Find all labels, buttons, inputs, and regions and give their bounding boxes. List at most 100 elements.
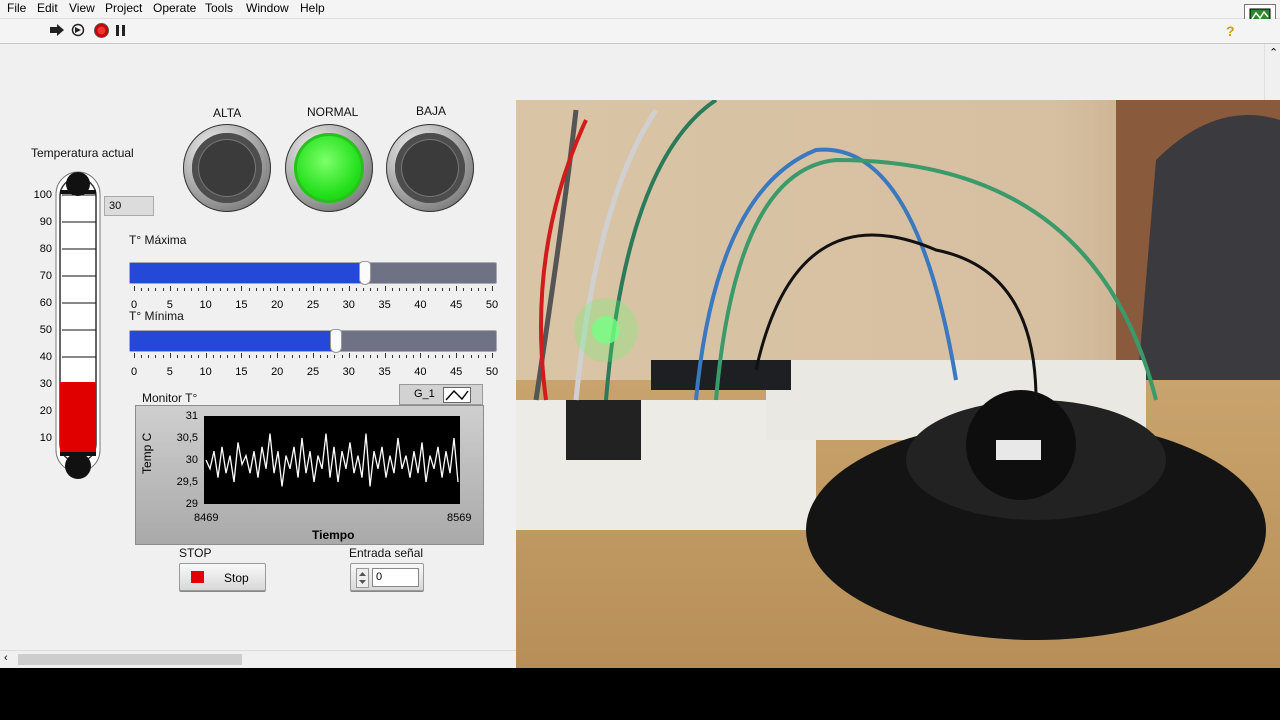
- slider-scale-label: 5: [166, 366, 173, 378]
- plot-legend[interactable]: G_1: [399, 384, 483, 405]
- slider-scale-label: 30: [342, 299, 355, 311]
- menu-file[interactable]: File: [7, 1, 26, 15]
- slider-tick: [219, 288, 221, 291]
- run-arrow-icon[interactable]: [50, 24, 64, 39]
- menu-view[interactable]: View: [69, 1, 95, 15]
- slider-tick: [191, 355, 193, 358]
- thermo-ticks: [58, 180, 100, 463]
- slider-tick: [277, 286, 279, 291]
- slider-tick: [477, 288, 479, 291]
- horizontal-scrollbar[interactable]: ‹: [0, 650, 516, 668]
- slider-tick: [334, 355, 336, 358]
- slider-tick: [198, 288, 200, 291]
- video-letterbox: [0, 668, 1280, 720]
- slider-tick: [327, 288, 329, 291]
- slider-tick: [184, 288, 186, 291]
- y-axis-label: Temp C: [140, 432, 154, 474]
- slider-tick: [484, 288, 486, 291]
- slider-tick: [441, 355, 443, 358]
- thermo-tick-label: 10: [39, 432, 52, 444]
- slider-min[interactable]: [129, 329, 497, 353]
- y-tick-label: 30,5: [176, 432, 198, 444]
- slider-tick: [441, 288, 443, 291]
- thermo-tick-label: 50: [39, 324, 52, 336]
- thermo-tick-label: 40: [39, 351, 52, 363]
- toolbar: ?: [0, 19, 1280, 44]
- slider-tick: [191, 288, 193, 291]
- hscroll-thumb[interactable]: [18, 654, 242, 665]
- slider-tick: [205, 286, 207, 291]
- slider-tick: [277, 353, 279, 358]
- slider-tick: [320, 288, 322, 291]
- slider-tick: [449, 288, 451, 291]
- slider-tick: [205, 353, 207, 358]
- slider-tick: [284, 288, 286, 291]
- led-alta-label: ALTA: [213, 106, 242, 120]
- signal-input[interactable]: 0: [372, 568, 419, 587]
- scroll-up-icon[interactable]: ⌃: [1269, 46, 1278, 59]
- slider-tick: [234, 288, 236, 291]
- slider-tick: [413, 288, 415, 291]
- slider-tick: [420, 286, 422, 291]
- stop-button[interactable]: Stop: [179, 563, 266, 591]
- pause-icon[interactable]: [116, 25, 126, 39]
- abort-icon[interactable]: [94, 23, 109, 41]
- stepper[interactable]: [356, 568, 369, 588]
- slider-max-fill: [130, 263, 365, 283]
- led-baja-label: BAJA: [416, 104, 447, 118]
- slider-tick: [320, 355, 322, 358]
- menu-tools[interactable]: Tools: [205, 1, 233, 15]
- menu-edit[interactable]: Edit: [37, 1, 58, 15]
- slider-tick: [134, 286, 135, 291]
- led-baja: [386, 124, 474, 212]
- slider-scale-label: 25: [306, 299, 320, 311]
- thermo-tick-label: 30: [39, 378, 52, 390]
- slider-tick: [355, 355, 357, 358]
- thermo-tick-label: 90: [39, 216, 52, 228]
- slider-tick: [449, 355, 451, 358]
- slider-max[interactable]: [129, 261, 497, 285]
- menu-operate[interactable]: Operate: [153, 1, 196, 15]
- slider-tick: [363, 355, 365, 358]
- thermo-tick-label: 60: [39, 297, 52, 309]
- slider-tick: [162, 288, 164, 291]
- slider-max-thumb[interactable]: [359, 261, 372, 285]
- thermo-tick-label: 80: [39, 243, 52, 255]
- thermo-tick-label: 70: [39, 270, 52, 282]
- menu-project[interactable]: Project: [105, 1, 142, 15]
- slider-tick: [141, 288, 143, 291]
- slider-scale-label: 10: [199, 366, 212, 378]
- stop-indicator: [191, 571, 204, 583]
- slider-max-label: T° Máxima: [129, 233, 187, 247]
- slider-tick: [169, 353, 171, 358]
- slider-tick: [384, 286, 386, 291]
- x-axis-label: Tiempo: [312, 528, 355, 542]
- slider-tick: [348, 286, 350, 291]
- slider-scale-label: 10: [199, 299, 212, 311]
- slider-tick: [298, 355, 300, 358]
- menu-window[interactable]: Window: [246, 1, 289, 15]
- menu-help[interactable]: Help: [300, 1, 325, 15]
- slider-scale-label: 35: [378, 299, 391, 311]
- slider-tick: [291, 288, 293, 291]
- slider-tick: [341, 355, 343, 358]
- slider-tick: [305, 355, 307, 358]
- slider-tick: [270, 355, 272, 358]
- slider-tick: [291, 355, 293, 358]
- legend-line-icon: [445, 389, 469, 401]
- slider-min-thumb[interactable]: [329, 329, 342, 353]
- slider-scale-label: 15: [235, 299, 248, 311]
- slider-tick: [169, 286, 171, 291]
- run-continuous-icon[interactable]: [70, 23, 86, 40]
- slider-tick: [406, 288, 408, 291]
- slider-tick: [434, 355, 436, 358]
- slider-tick: [484, 355, 486, 358]
- slider-tick: [298, 288, 300, 291]
- slider-tick: [420, 353, 422, 358]
- scroll-left-icon[interactable]: ‹: [4, 652, 8, 664]
- slider-tick: [134, 353, 135, 358]
- help-icon[interactable]: ?: [1226, 23, 1235, 39]
- stop-label: STOP: [179, 546, 212, 560]
- y-tick-label: 31: [185, 410, 198, 422]
- slider-tick: [176, 288, 178, 291]
